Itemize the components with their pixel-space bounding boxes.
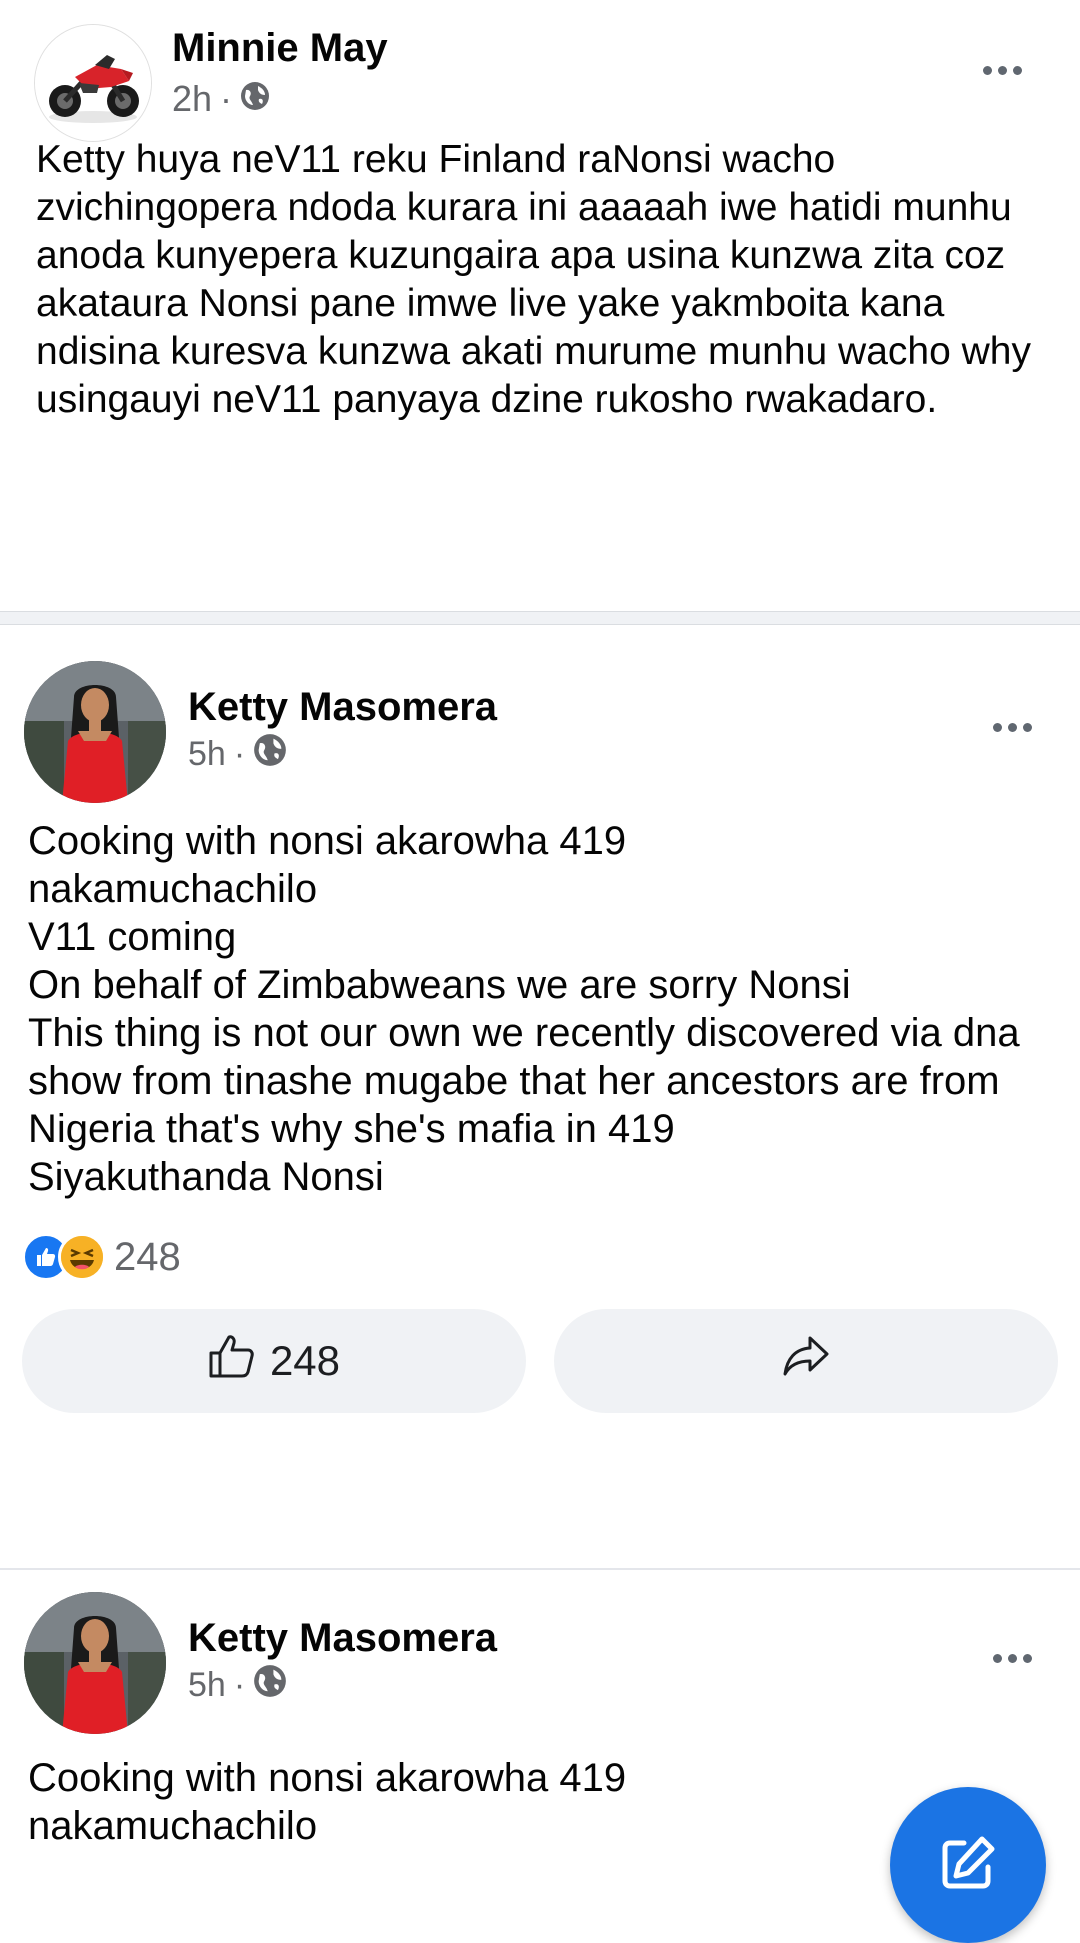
like-count: 248 <box>269 1337 341 1384</box>
share-icon <box>782 1335 830 1387</box>
post-body-text: Cooking with nonsi akarowha 419 nakamuch… <box>28 819 1020 1199</box>
motorcycle-avatar[interactable] <box>34 24 152 142</box>
like-button[interactable]: 248 <box>22 1309 526 1413</box>
share-button[interactable] <box>554 1309 1058 1413</box>
compose-icon <box>936 1831 1000 1900</box>
more-dot-icon <box>992 1653 1002 1663</box>
post-body-text: Ketty huya neV11 reku Finland raNonsi wa… <box>36 138 1031 421</box>
post-meta: 5h · <box>188 733 287 776</box>
post-actions: 248 <box>22 1309 1058 1413</box>
more-dot-icon <box>1007 722 1017 732</box>
more-dot-icon <box>992 722 1002 732</box>
profile-photo-icon <box>24 1592 166 1734</box>
post-more-options-button[interactable] <box>982 707 1042 747</box>
haha-reaction-icon <box>58 1233 106 1281</box>
globe-icon[interactable] <box>253 733 287 776</box>
post-header: Ketty Masomera 5h · <box>22 1570 1058 1740</box>
post-header: Minnie May 2h · <box>28 0 1052 150</box>
post-minnie-may: Minnie May 2h · Ketty huya neV11 reku Fi… <box>0 0 1080 600</box>
reactions-summary[interactable]: 248 <box>22 1227 1058 1287</box>
more-dot-icon <box>982 65 992 75</box>
post-meta: 2h · <box>172 78 270 120</box>
more-dot-icon <box>997 65 1007 75</box>
post-author-name[interactable]: Ketty Masomera <box>188 1616 497 1661</box>
more-dot-icon <box>1022 722 1032 732</box>
post-more-options-button[interactable] <box>982 1638 1042 1678</box>
post-separator <box>0 611 1080 625</box>
meta-separator: · <box>233 735 246 773</box>
more-dot-icon <box>1007 1653 1017 1663</box>
post-time[interactable]: 5h <box>188 735 226 774</box>
post-meta: 5h · <box>188 1664 287 1707</box>
more-dot-icon <box>1012 65 1022 75</box>
post-ketty-masomera: Ketty Masomera 5h · Cooking with nonsi a… <box>0 625 1080 1566</box>
profile-photo-icon <box>24 661 166 803</box>
post-time[interactable]: 2h <box>172 78 212 120</box>
woman-red-dress-avatar[interactable] <box>24 1592 166 1734</box>
post-author-name[interactable]: Minnie May <box>172 26 388 71</box>
meta-separator: · <box>220 78 233 119</box>
globe-icon[interactable] <box>253 1664 287 1707</box>
post-author-name[interactable]: Ketty Masomera <box>188 685 497 730</box>
reaction-count[interactable]: 248 <box>114 1235 181 1280</box>
globe-icon[interactable] <box>240 78 270 120</box>
thumbs-up-icon <box>208 1333 256 1389</box>
post-time[interactable]: 5h <box>188 1666 226 1705</box>
post-header: Ketty Masomera 5h · <box>22 625 1058 805</box>
more-dot-icon <box>1022 1653 1032 1663</box>
woman-red-dress-avatar[interactable] <box>24 661 166 803</box>
meta-separator: · <box>233 1666 246 1704</box>
compose-button[interactable] <box>890 1787 1046 1943</box>
post-more-options-button[interactable] <box>972 50 1032 90</box>
motorcycle-icon <box>35 25 151 141</box>
